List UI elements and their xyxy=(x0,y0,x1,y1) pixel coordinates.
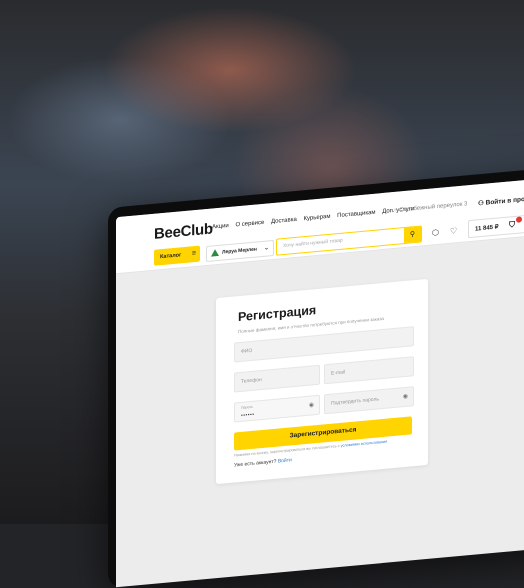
catalog-button[interactable]: Каталог ≡ xyxy=(154,245,200,266)
search-bar[interactable]: Хочу найти нужный товар ⚲ xyxy=(276,225,422,256)
confirm-placeholder: Подтвердить пароль xyxy=(331,396,379,407)
eye-icon[interactable]: ◉ xyxy=(403,393,408,400)
address-text: Осовбежный переулок 3 xyxy=(399,201,468,214)
have-account-text: Уже есть аккаунт? xyxy=(234,458,277,469)
login-label: Войти в профиль xyxy=(485,194,524,207)
menu-icon: ≡ xyxy=(191,249,196,258)
nav-item-suppliers[interactable]: Поставщикам xyxy=(337,210,375,219)
confirm-password-field[interactable]: Подтвердить пароль ◉ xyxy=(324,386,414,415)
nav-item-couriers[interactable]: Курьерам xyxy=(303,214,330,222)
password-field[interactable]: Пароль •••••• ◉ xyxy=(234,394,320,423)
cart-total: 11 845 ₽ xyxy=(475,224,499,233)
email-placeholder: E-mail xyxy=(331,369,346,377)
password-value: •••••• xyxy=(241,411,255,419)
login-link[interactable]: ⚇ Войти в профиль xyxy=(478,193,524,207)
form-title: Регистрация xyxy=(238,303,317,325)
cart-button[interactable]: 11 845 ₽ ⛉ xyxy=(468,214,524,239)
registration-card: Регистрация Полные фамилия, имя и отчест… xyxy=(216,278,428,485)
search-input[interactable]: Хочу найти нужный товар xyxy=(283,238,343,249)
browser-screen: BeeClub Акции О сервисе Доставка Курьера… xyxy=(116,170,524,588)
main-nav: Акции О сервисе Доставка Курьерам Постав… xyxy=(212,206,419,231)
nav-item-delivery[interactable]: Доставка xyxy=(271,217,297,225)
nav-item-promos[interactable]: Акции xyxy=(212,223,229,231)
have-account-line: Уже есть аккаунт? Войти xyxy=(234,457,292,468)
location-icon: ⌾ xyxy=(394,207,398,214)
site-logo[interactable]: BeeClub xyxy=(154,220,213,242)
heart-icon[interactable]: ♡ xyxy=(450,226,457,236)
cube-icon[interactable]: ⬡ xyxy=(432,228,439,238)
phone-field[interactable]: Телефон xyxy=(234,364,320,393)
email-field[interactable]: E-mail xyxy=(324,356,414,385)
user-icon: ⚇ xyxy=(478,199,484,208)
bag-icon: ⛉ xyxy=(509,219,515,230)
cart-badge xyxy=(516,216,522,223)
nav-item-about[interactable]: О сервисе xyxy=(235,220,264,229)
chevron-down-icon: ⌄ xyxy=(263,245,269,252)
address-selector[interactable]: ⌾ Осовбежный переулок 3 xyxy=(394,201,467,215)
terms-link[interactable]: условиями использования xyxy=(341,440,388,448)
password-label: Пароль xyxy=(241,404,254,410)
store-logo xyxy=(211,248,219,257)
login-form-link[interactable]: Войти xyxy=(278,457,292,464)
catalog-label: Каталог xyxy=(160,252,182,261)
eye-icon[interactable]: ◉ xyxy=(309,401,314,408)
store-name: Леруа Мерлен xyxy=(222,246,257,256)
search-icon[interactable]: ⚲ xyxy=(404,226,421,244)
phone-placeholder: Телефон xyxy=(241,377,262,385)
store-selector[interactable]: Леруа Мерлен ⌄ xyxy=(206,239,274,263)
fio-placeholder: ФИО xyxy=(241,347,253,355)
